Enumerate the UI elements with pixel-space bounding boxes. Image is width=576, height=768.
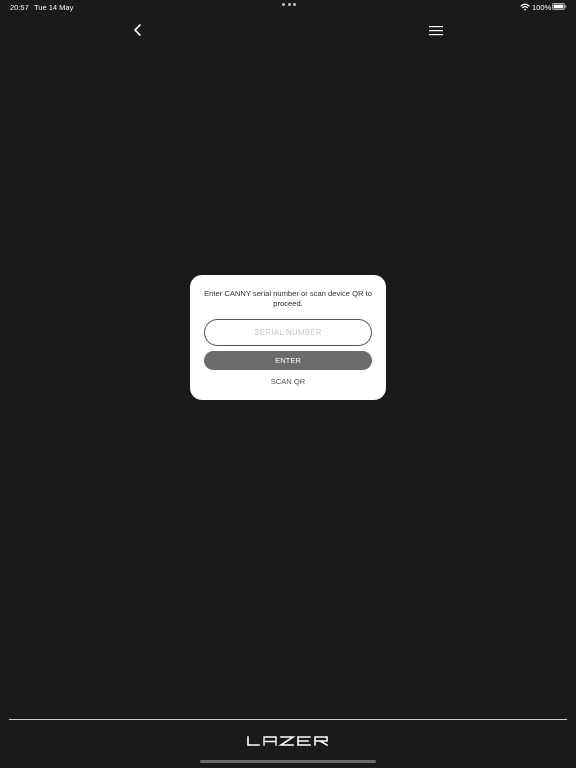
lazer-logo (246, 735, 330, 747)
hamburger-menu-icon[interactable] (429, 25, 443, 36)
scan-qr-button[interactable]: SCAN QR (204, 377, 372, 387)
home-indicator[interactable] (200, 760, 376, 763)
battery-icon (552, 3, 567, 10)
status-time: 20:57 (10, 3, 29, 12)
serial-entry-dialog: Enter CANNY serial number or scan device… (190, 275, 386, 400)
multitasking-dots-icon[interactable] (282, 3, 296, 7)
enter-button[interactable]: ENTER (204, 351, 372, 370)
status-date: Tue 14 May (34, 3, 74, 12)
battery-percent: 100% (532, 3, 552, 12)
serial-number-input[interactable] (204, 319, 372, 346)
footer-divider (9, 719, 567, 720)
dialog-message: Enter CANNY serial number or scan device… (204, 289, 372, 308)
wifi-icon (520, 3, 530, 11)
back-chevron-icon[interactable] (130, 22, 146, 38)
status-bar: 20:57 Tue 14 May 100% (0, 0, 576, 14)
